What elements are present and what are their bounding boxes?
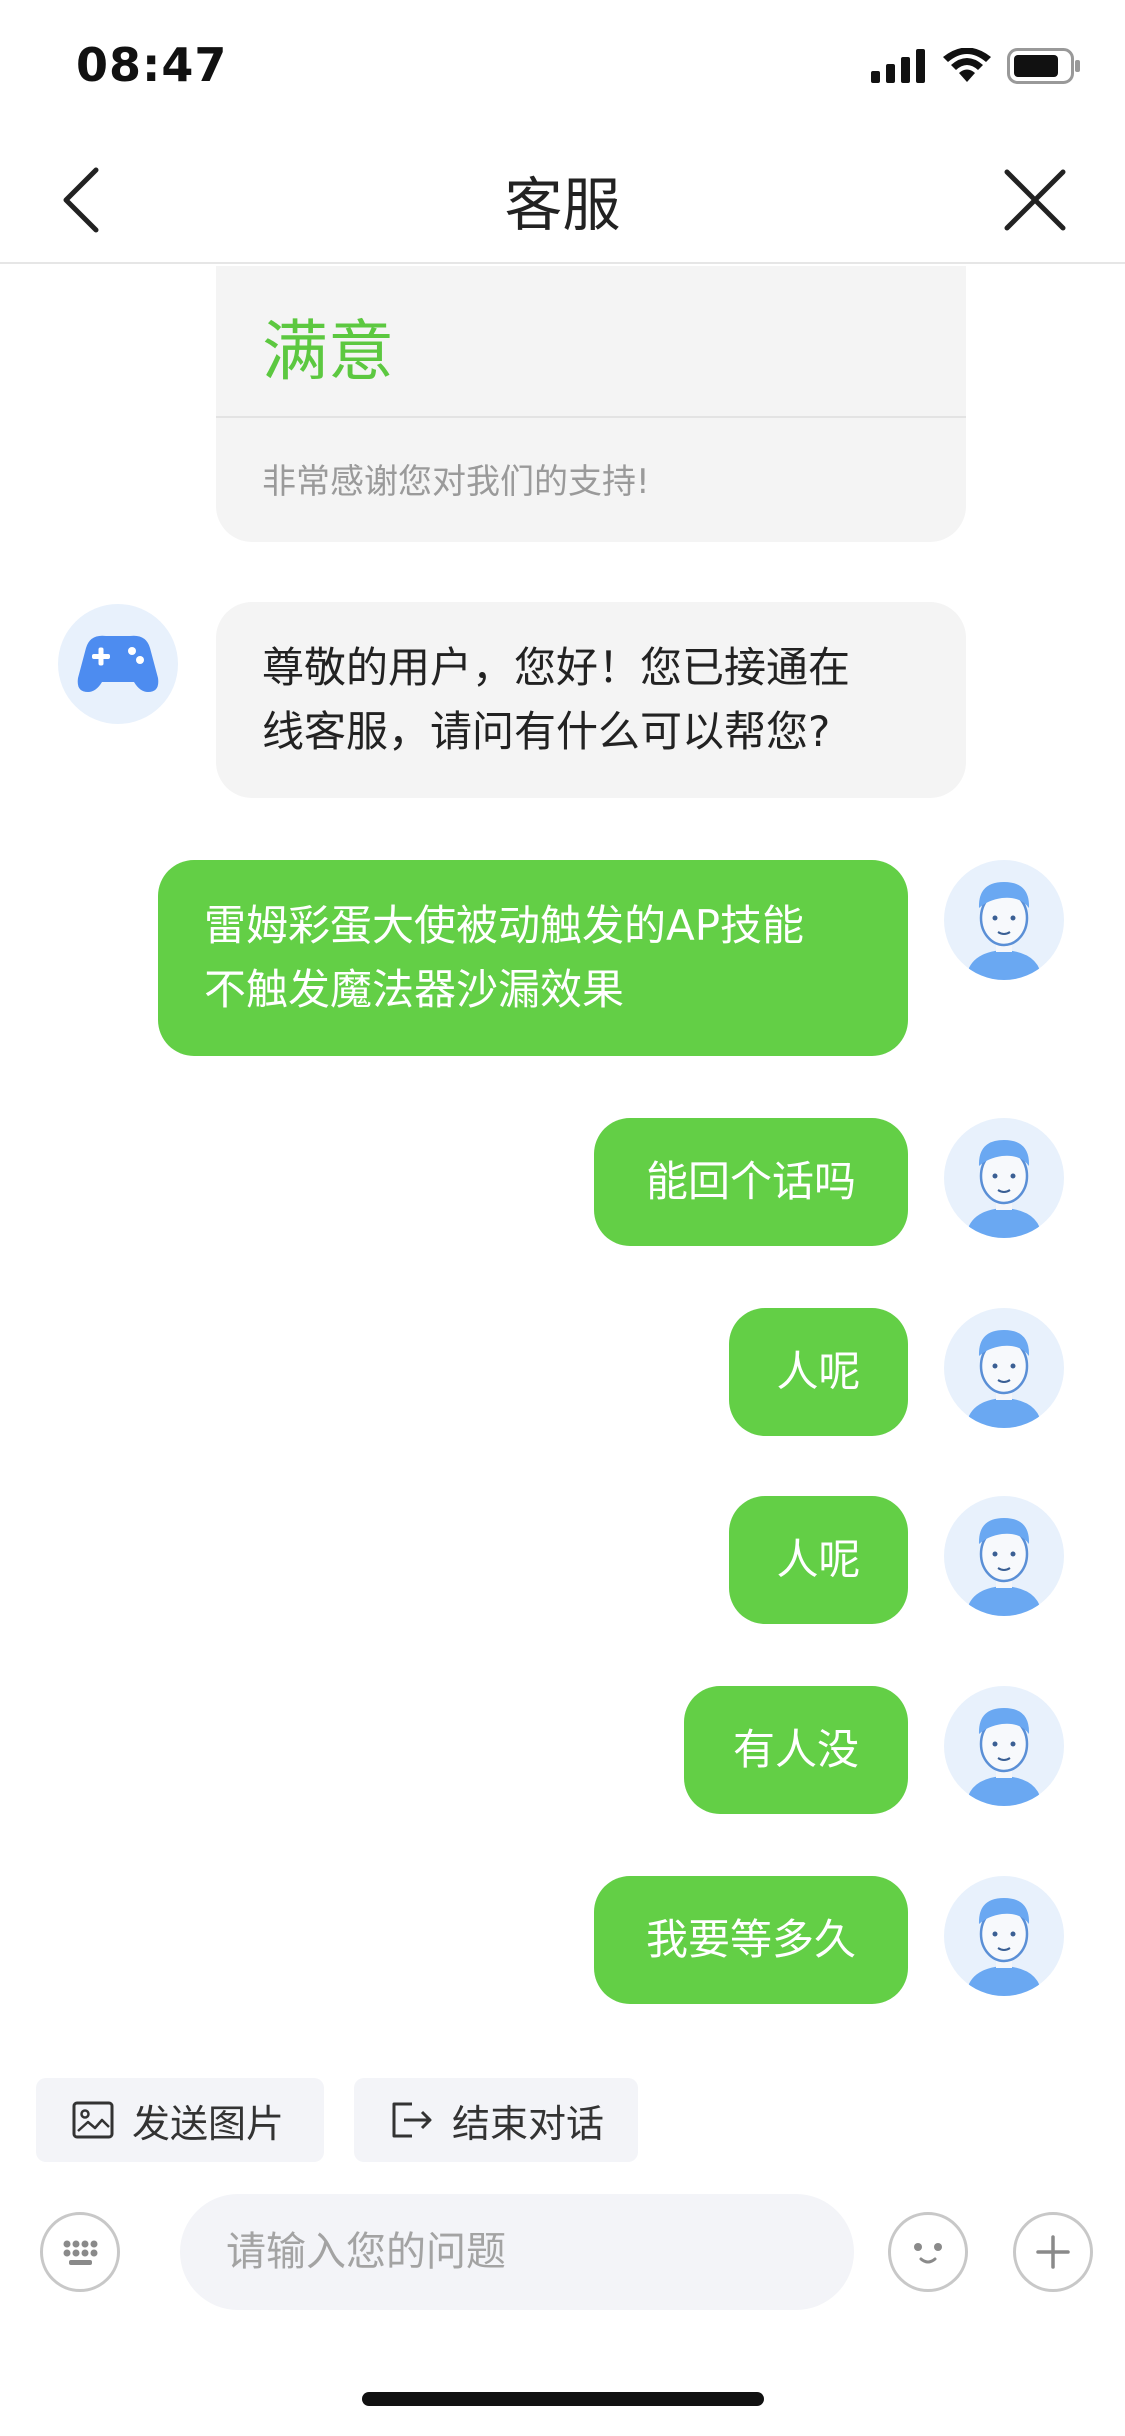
divider — [216, 416, 966, 418]
message-input[interactable] — [226, 2229, 806, 2275]
user-message-bubble: 能回个话吗 — [594, 1118, 908, 1246]
message-line: 有人没 — [732, 1725, 859, 1774]
user-message-bubble: 人呢 — [729, 1308, 908, 1436]
status-bar: 08:47 — [0, 0, 1125, 132]
user-avatar — [944, 1686, 1064, 1806]
gamepad-icon — [77, 635, 159, 692]
evaluation-title: 满意 — [262, 313, 394, 390]
exit-icon — [392, 2102, 432, 2138]
message-line: 能回个话吗 — [645, 1157, 856, 1206]
more-button[interactable] — [1013, 2212, 1093, 2292]
user-avatar-icon — [966, 1140, 1042, 1238]
user-message-bubble: 雷姆彩蛋大使被动触发的AP技能 不触发魔法器沙漏效果 — [158, 860, 908, 1056]
user-avatar-icon — [966, 1708, 1042, 1806]
user-avatar-icon — [966, 1898, 1042, 1996]
user-avatar-icon — [966, 1518, 1042, 1616]
send-image-button[interactable]: 发送图片 — [36, 2078, 324, 2162]
end-chat-label: 结束对话 — [452, 2101, 605, 2146]
close-button[interactable] — [997, 162, 1073, 238]
user-avatar — [944, 860, 1064, 980]
image-icon — [72, 2101, 114, 2139]
chat-area[interactable]: 满意 非常感谢您对我们的支持! 尊敬的用户，您好！您已接通在 线客服，请问有什么… — [0, 266, 1125, 2048]
message-input-wrapper — [180, 2194, 854, 2310]
emoji-icon — [914, 2243, 942, 2264]
signal-icon — [871, 49, 925, 83]
wifi-icon — [943, 48, 991, 82]
battery-icon — [1007, 48, 1080, 84]
emoji-button[interactable] — [888, 2212, 968, 2292]
end-chat-button[interactable]: 结束对话 — [354, 2078, 638, 2162]
home-indicator[interactable] — [362, 2392, 764, 2406]
message-line: 线客服，请问有什么可以帮您? — [262, 707, 831, 756]
user-avatar — [944, 1496, 1064, 1616]
user-message-bubble: 人呢 — [729, 1496, 908, 1624]
status-icons — [871, 48, 1081, 84]
agent-message-bubble: 尊敬的用户，您好！您已接通在 线客服，请问有什么可以帮您? — [216, 602, 966, 798]
agent-avatar — [58, 604, 178, 724]
user-avatar — [944, 1118, 1064, 1238]
bottom-bar: 发送图片 结束对话 — [0, 2048, 1125, 2436]
close-icon — [1004, 169, 1066, 231]
page-title: 客服 — [504, 171, 621, 239]
status-time: 08:47 — [76, 38, 228, 92]
evaluation-card: 满意 非常感谢您对我们的支持! — [216, 266, 966, 542]
nav-bar: 客服 — [0, 132, 1125, 264]
keyboard-icon — [63, 2240, 98, 2265]
keyboard-button[interactable] — [40, 2212, 120, 2292]
user-message-bubble: 我要等多久 — [594, 1876, 908, 2004]
user-avatar — [944, 1308, 1064, 1428]
evaluation-note: 非常感谢您对我们的支持! — [262, 462, 650, 502]
message-line: 尊敬的用户，您好！您已接通在 — [262, 643, 851, 692]
user-avatar-icon — [966, 1330, 1042, 1428]
message-line: 不触发魔法器沙漏效果 — [204, 965, 625, 1014]
send-image-label: 发送图片 — [132, 2101, 285, 2146]
plus-icon — [1036, 2235, 1070, 2269]
message-line: 人呢 — [776, 1347, 861, 1396]
user-avatar-icon — [966, 882, 1042, 980]
message-line: 人呢 — [776, 1535, 861, 1584]
user-avatar — [944, 1876, 1064, 1996]
message-line: 雷姆彩蛋大使被动触发的AP技能 — [204, 901, 805, 950]
user-message-bubble: 有人没 — [684, 1686, 908, 1814]
message-line: 我要等多久 — [645, 1915, 856, 1964]
